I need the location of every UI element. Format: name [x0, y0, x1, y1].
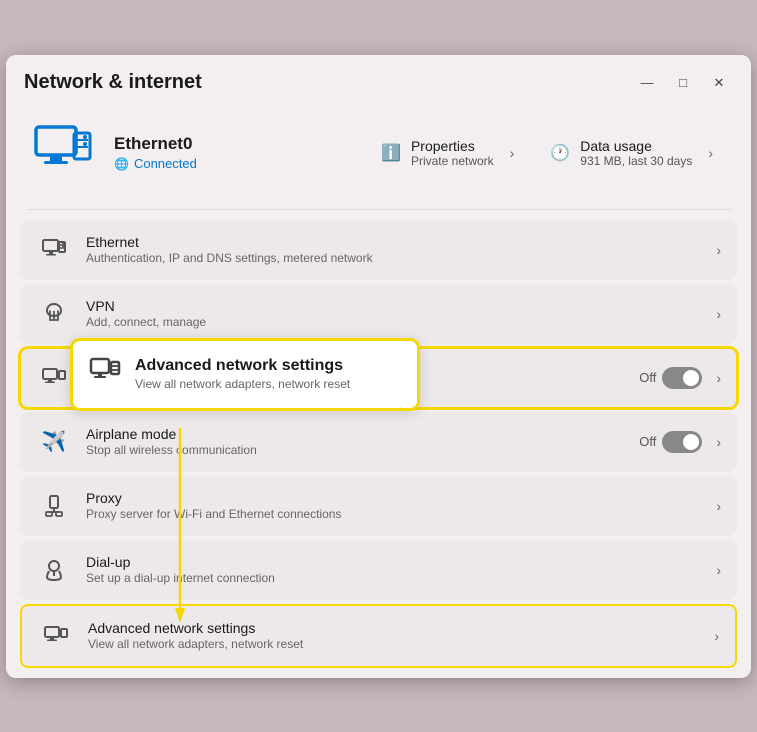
ethernet-device-icon: [28, 119, 96, 187]
maximize-button[interactable]: □: [669, 69, 697, 97]
airplane-toggle[interactable]: [662, 431, 702, 453]
airplane-toggle-label: Off: [639, 434, 656, 449]
advanced-toggle-label: Off: [639, 370, 656, 385]
info-icon: ℹ️: [381, 143, 401, 163]
proxy-content: Proxy Proxy server for Wi-Fi and Etherne…: [86, 490, 710, 521]
vpn-title: VPN: [86, 298, 710, 314]
proxy-list-item[interactable]: Proxy Proxy server for Wi-Fi and Etherne…: [20, 476, 737, 536]
advanced-network-bottom-right: ›: [708, 628, 719, 644]
data-usage-text: Data usage 931 MB, last 30 days: [580, 138, 692, 168]
title-bar: Network & internet — □ ✕: [6, 55, 751, 107]
advanced-network-bottom-icon: [38, 618, 74, 654]
clock-icon: 🕐: [550, 143, 570, 163]
data-usage-sublabel: 931 MB, last 30 days: [580, 154, 692, 168]
properties-chevron: ›: [510, 145, 515, 161]
properties-label: Properties: [411, 138, 494, 154]
ethernet-subtitle: Authentication, IP and DNS settings, met…: [86, 251, 710, 265]
callout-icon: [89, 355, 121, 394]
dialup-subtitle: Set up a dial-up internet connection: [86, 571, 710, 585]
ethernet-chevron: ›: [716, 242, 721, 258]
airplane-chevron: ›: [716, 434, 721, 450]
callout-title: Advanced network settings: [135, 357, 350, 375]
advanced-toggle[interactable]: [662, 367, 702, 389]
callout-subtitle: View all network adapters, network reset: [135, 377, 350, 391]
toggle-wrap-airplane: Off: [639, 431, 702, 453]
device-info: Ethernet0 🌐 Connected: [114, 134, 347, 171]
ethernet-content: Ethernet Authentication, IP and DNS sett…: [86, 234, 710, 265]
device-name: Ethernet0: [114, 134, 347, 154]
dialup-right: ›: [710, 562, 721, 578]
ethernet-icon-wrap: [26, 117, 98, 189]
proxy-right: ›: [710, 498, 721, 514]
dialup-list-item[interactable]: Dial-up Set up a dial-up internet connec…: [20, 540, 737, 600]
proxy-chevron: ›: [716, 498, 721, 514]
properties-text: Properties Private network: [411, 138, 494, 168]
network-list: Ethernet Authentication, IP and DNS sett…: [6, 210, 751, 678]
ethernet-title: Ethernet: [86, 234, 710, 250]
ethernet-icon: [36, 232, 72, 268]
dialup-chevron: ›: [716, 562, 721, 578]
toggle-wrap-advanced: Off: [639, 367, 702, 389]
vpn-chevron: ›: [716, 306, 721, 322]
vpn-svg-icon: [42, 302, 66, 326]
ethernet-svg-icon: [41, 237, 67, 263]
connection-status: 🌐 Connected: [114, 156, 347, 171]
dialup-svg-icon: [42, 558, 66, 582]
status-text: Connected: [134, 156, 197, 171]
data-usage-label: Data usage: [580, 138, 692, 154]
properties-sublabel: Private network: [411, 154, 494, 168]
callout-text: Advanced network settings View all netwo…: [135, 357, 350, 391]
advanced-network-bottom-title: Advanced network settings: [88, 620, 708, 636]
advanced-network-bottom-list-item[interactable]: Advanced network settings View all netwo…: [20, 604, 737, 668]
advanced-network-bottom-chevron: ›: [714, 628, 719, 644]
dialup-title: Dial-up: [86, 554, 710, 570]
airplane-content: Airplane mode Stop all wireless communic…: [86, 426, 639, 457]
airplane-right: Off ›: [639, 431, 721, 453]
advanced-network-bottom-svg-icon: [43, 623, 69, 649]
ethernet-header: Ethernet0 🌐 Connected ℹ️ Properties Priv…: [6, 107, 751, 209]
data-usage-button[interactable]: 🕐 Data usage 931 MB, last 30 days ›: [532, 130, 731, 176]
advanced-network-right: Off ›: [639, 367, 721, 389]
advanced-network-svg-icon: [41, 365, 67, 391]
data-usage-chevron: ›: [708, 145, 713, 161]
ethernet-right: ›: [710, 242, 721, 258]
proxy-subtitle: Proxy server for Wi-Fi and Ethernet conn…: [86, 507, 710, 521]
callout-device-icon: [89, 355, 121, 387]
airplane-mode-list-item[interactable]: ✈️ Airplane mode Stop all wireless commu…: [20, 412, 737, 472]
title-bar-controls: — □ ✕: [633, 69, 733, 97]
properties-button[interactable]: ℹ️ Properties Private network ›: [363, 130, 532, 176]
minimize-button[interactable]: —: [633, 69, 661, 97]
proxy-icon: [36, 488, 72, 524]
dialup-content: Dial-up Set up a dial-up internet connec…: [86, 554, 710, 585]
vpn-subtitle: Add, connect, manage: [86, 315, 710, 329]
advanced-network-bottom-subtitle: View all network adapters, network reset: [88, 637, 708, 651]
callout-box: Advanced network settings View all netwo…: [70, 338, 420, 411]
vpn-icon: [36, 296, 72, 332]
vpn-right: ›: [710, 306, 721, 322]
callout-container: Advanced network settings View all netwo…: [20, 348, 737, 408]
dialup-icon: [36, 552, 72, 588]
airplane-icon: ✈️: [36, 424, 72, 460]
header-actions: ℹ️ Properties Private network › 🕐 Data u…: [363, 130, 731, 176]
proxy-title: Proxy: [86, 490, 710, 506]
advanced-network-icon: [36, 360, 72, 396]
window-title: Network & internet: [24, 71, 202, 94]
airplane-title: Airplane mode: [86, 426, 639, 442]
airplane-subtitle: Stop all wireless communication: [86, 443, 639, 457]
ethernet-list-item[interactable]: Ethernet Authentication, IP and DNS sett…: [20, 220, 737, 280]
globe-icon: 🌐: [114, 157, 129, 171]
advanced-network-chevron: ›: [716, 370, 721, 386]
vpn-list-item[interactable]: VPN Add, connect, manage ›: [20, 284, 737, 344]
advanced-network-bottom-content: Advanced network settings View all netwo…: [88, 620, 708, 651]
close-button[interactable]: ✕: [705, 69, 733, 97]
window: Network & internet — □ ✕: [6, 55, 751, 678]
vpn-content: VPN Add, connect, manage: [86, 298, 710, 329]
proxy-svg-icon: [42, 494, 66, 518]
